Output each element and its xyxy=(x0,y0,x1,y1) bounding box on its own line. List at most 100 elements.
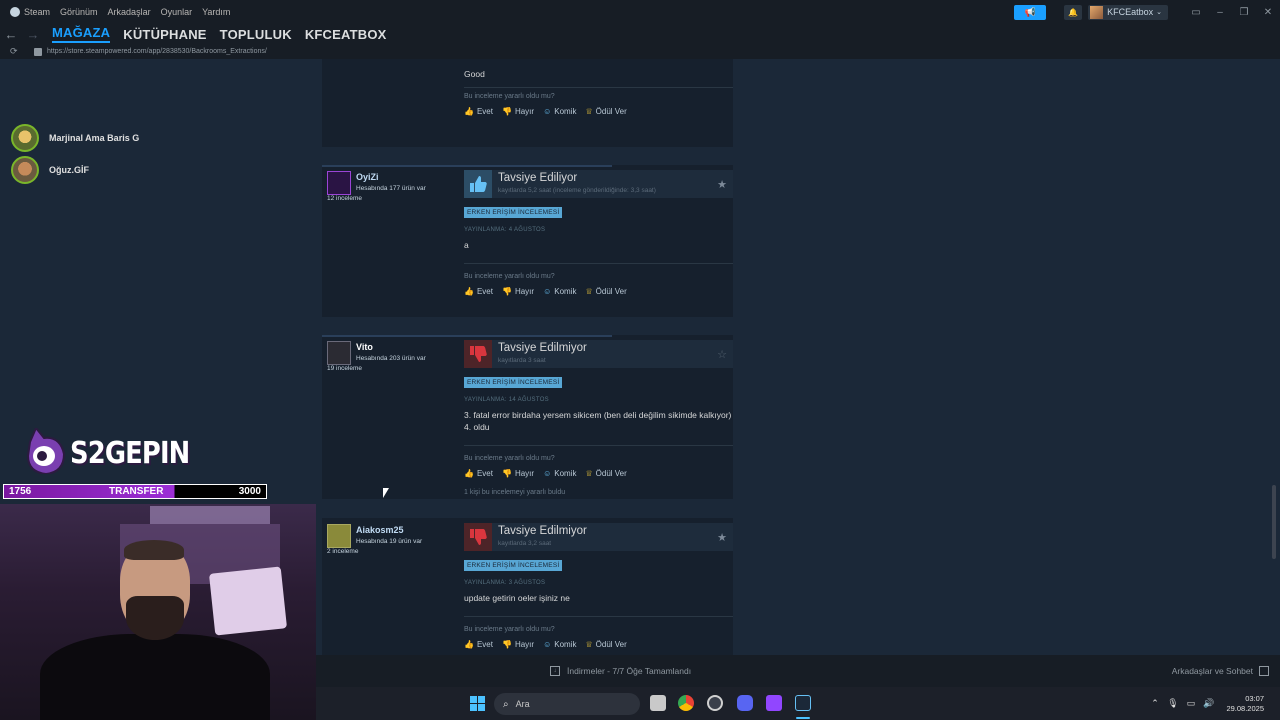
vote-no-button[interactable]: 👎 Hayır xyxy=(502,640,534,649)
microphone-icon[interactable]: 🎙 xyxy=(1164,698,1182,709)
reviewer-review-count: 19 inceleme xyxy=(327,365,363,372)
task-view-icon[interactable] xyxy=(650,695,666,711)
review-actions: 👍 Evet 👎 Hayır ☺ Komik ♕ Ödül Ver xyxy=(464,287,733,296)
award-label: Ödül Ver xyxy=(595,469,627,478)
thumbs-down-icon: 👎 xyxy=(501,640,512,649)
menu-games[interactable]: Oyunlar xyxy=(161,7,193,17)
thumbs-down-icon: 👎 xyxy=(501,107,512,116)
minimize-icon[interactable]: – xyxy=(1208,7,1232,18)
thumbs-up-icon xyxy=(464,170,492,198)
vote-yes-button[interactable]: 👍 Evet xyxy=(464,287,493,296)
maximize-icon[interactable]: ❐ xyxy=(1232,7,1256,18)
account-menu-button[interactable]: KFCEatbox ⌄ xyxy=(1088,4,1168,20)
review-card: Aiakosm25 Hesabında 19 ürün var 2 incele… xyxy=(322,518,733,655)
reviewer-info[interactable]: Aiakosm25 Hesabında 19 ürün var 2 incele… xyxy=(327,524,462,555)
close-icon[interactable]: ✕ xyxy=(1256,7,1280,18)
search-icon: ⌕ xyxy=(503,698,509,710)
vote-no-button[interactable]: 👎 Hayır xyxy=(502,287,534,296)
menu-friends[interactable]: Arkadaşlar xyxy=(108,7,151,17)
vote-yes-button[interactable]: 👍 Evet xyxy=(464,469,493,478)
early-access-badge: ERKEN ERİŞİM İNCELEMESİ xyxy=(464,560,563,571)
notifications-button[interactable]: 🔔 xyxy=(1064,4,1083,20)
friends-chat-label: Arkadaşlar ve Sohbet xyxy=(1171,666,1253,676)
url-bar: ⟳ https://store.steampowered.com/app/283… xyxy=(0,44,1280,59)
reload-icon[interactable]: ⟳ xyxy=(10,46,22,57)
reviewer-info[interactable]: Vito Hesabında 203 ürün var 19 inceleme xyxy=(327,341,462,372)
transfer-current: 1756 xyxy=(9,486,32,497)
page-url[interactable]: https://store.steampowered.com/app/28385… xyxy=(47,48,267,55)
award-button[interactable]: ♕ Ödül Ver xyxy=(585,107,626,116)
overlay-logo-text: S2GEPIN xyxy=(70,436,190,471)
vote-funny-button[interactable]: ☺ Komik xyxy=(543,107,576,116)
tab-profile[interactable]: KFCEATBOX xyxy=(305,27,387,42)
menu-help[interactable]: Yardım xyxy=(202,7,230,17)
review-body: update getirin oeler işiniz ne xyxy=(464,593,570,603)
system-clock[interactable]: 03:07 29.08.2025 xyxy=(1218,694,1280,714)
helpful-question: Bu inceleme yararlı oldu mu? xyxy=(464,455,555,462)
menu-view[interactable]: Görünüm xyxy=(60,7,98,17)
volume-icon[interactable]: 🔊 xyxy=(1200,698,1218,709)
posted-date: YAYINLANMA: 4 AĞUSTOS xyxy=(464,227,546,233)
award-button[interactable]: ♕ Ödül Ver xyxy=(585,287,626,296)
friend-entry[interactable]: Marjinal Ama Baris G xyxy=(11,124,139,152)
downloads-status: İndirmeler - 7/7 Öğe Tamamlandı xyxy=(567,666,692,676)
friend-name: Oğuz.GİF xyxy=(49,165,89,175)
review-hours: kayıtlarda 3 saat xyxy=(498,357,546,364)
vote-yes-button[interactable]: 👍 Evet xyxy=(464,640,493,649)
chevron-up-icon[interactable]: ⌃ xyxy=(1146,698,1164,709)
tab-community[interactable]: TOPLULUK xyxy=(220,27,292,42)
vote-no-button[interactable]: 👎 Hayır xyxy=(502,107,534,116)
discord-icon[interactable] xyxy=(737,695,753,711)
steam-taskbar-icon[interactable] xyxy=(795,695,811,711)
award-icon: ♕ xyxy=(585,107,593,116)
vote-header[interactable]: Tavsiye Edilmiyor kayıtlarda 3 saat ☆ xyxy=(464,340,733,368)
forward-arrow-icon[interactable]: → xyxy=(22,27,44,42)
reviewer-info[interactable]: OyiZi Hesabında 177 ürün var 12 inceleme xyxy=(327,171,462,202)
app-tool-icon[interactable] xyxy=(707,695,723,711)
navigation-bar: ← → MAĞAZA KÜTÜPHANE TOPLULUK KFCEATBOX xyxy=(0,24,1280,44)
tab-library[interactable]: KÜTÜPHANE xyxy=(123,27,206,42)
star-outline-icon[interactable]: ☆ xyxy=(717,348,727,361)
friends-chat-button[interactable]: Arkadaşlar ve Sohbet xyxy=(1172,666,1269,676)
vote-funny-button[interactable]: ☺ Komik xyxy=(543,287,576,296)
reviewer-review-count: 12 inceleme xyxy=(327,195,363,202)
chrome-icon[interactable] xyxy=(678,695,694,711)
award-button[interactable]: ♕ Ödül Ver xyxy=(585,640,626,649)
avatar xyxy=(11,156,39,184)
vote-no-button[interactable]: 👎 Hayır xyxy=(502,469,534,478)
vote-header[interactable]: Tavsiye Edilmiyor kayıtlarda 3,2 saat ★ xyxy=(464,523,733,551)
vote-funny-button[interactable]: ☺ Komik xyxy=(543,640,576,649)
windows-start-icon[interactable] xyxy=(470,696,485,711)
taskbar-search[interactable]: ⌕ Ara xyxy=(494,693,640,715)
s2gepin-logo-icon xyxy=(26,428,66,474)
network-icon[interactable]: ▭ xyxy=(1182,698,1200,709)
twitch-icon[interactable] xyxy=(766,695,782,711)
avatar xyxy=(327,171,351,195)
friend-entry[interactable]: Oğuz.GİF xyxy=(11,156,89,184)
megaphone-icon: 📢 xyxy=(1024,6,1036,17)
announcements-button[interactable]: 📢 xyxy=(1014,4,1047,20)
vote-yes-label: Evet xyxy=(476,287,493,296)
vote-yes-button[interactable]: 👍 Evet xyxy=(464,107,493,116)
steam-logo-icon xyxy=(10,7,20,17)
review-body: 3. fatal error birdaha yersem sikicem (b… xyxy=(464,410,732,432)
downloads-button[interactable]: ↓ İndirmeler - 7/7 Öğe Tamamlandı xyxy=(550,666,691,676)
lock-icon xyxy=(34,47,42,56)
big-picture-icon[interactable]: ▭ xyxy=(1184,7,1208,18)
star-icon[interactable]: ★ xyxy=(717,178,727,191)
thumbs-up-icon: 👍 xyxy=(464,287,474,296)
vote-funny-button[interactable]: ☺ Komik xyxy=(543,469,576,478)
review-verdict: Tavsiye Ediliyor xyxy=(498,172,578,184)
vote-header[interactable]: Tavsiye Ediliyor kayıtlarda 5,2 saat (in… xyxy=(464,170,733,198)
tab-store[interactable]: MAĞAZA xyxy=(52,25,111,43)
star-icon[interactable]: ★ xyxy=(717,531,727,544)
early-access-badge: ERKEN ERİŞİM İNCELEMESİ xyxy=(464,377,563,388)
download-icon: ↓ xyxy=(550,666,560,676)
award-button[interactable]: ♕ Ödül Ver xyxy=(585,469,626,478)
webcam-light xyxy=(150,506,270,524)
back-arrow-icon[interactable]: ← xyxy=(0,27,22,42)
thumbs-up-icon: 👍 xyxy=(464,640,474,649)
scrollbar[interactable] xyxy=(1272,485,1276,559)
helpful-count: 1 kişi bu incelemeyi yararlı buldu xyxy=(464,489,566,496)
menu-steam[interactable]: Steam xyxy=(24,7,50,17)
